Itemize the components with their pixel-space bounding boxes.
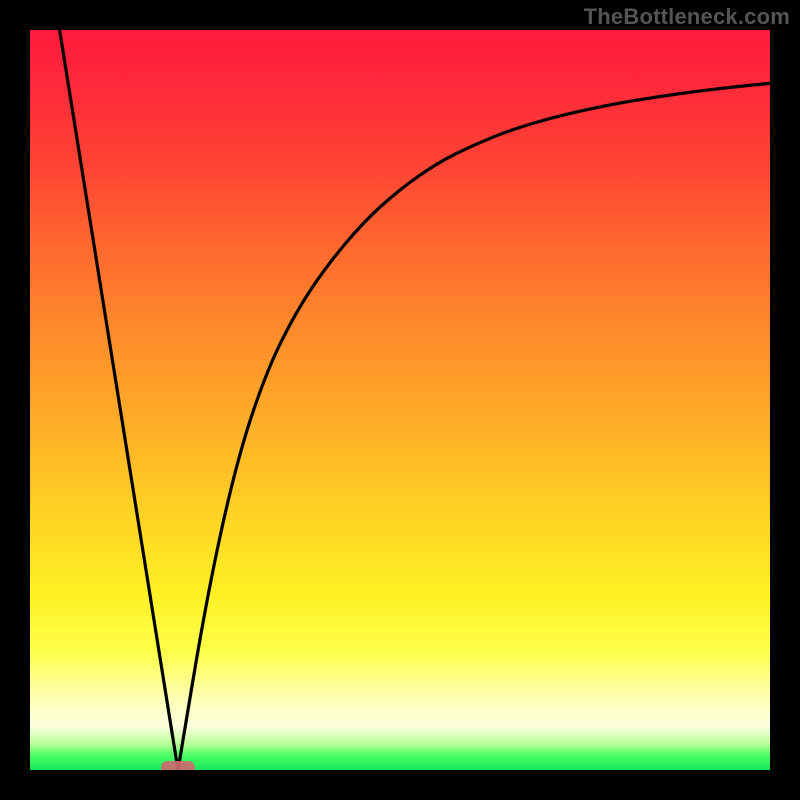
curve-minimum-marker [161,761,195,770]
watermark-text: TheBottleneck.com [584,4,790,30]
curve-svg [30,30,770,770]
plot-area [30,30,770,770]
chart-frame: TheBottleneck.com [0,0,800,800]
bottleneck-curve [60,30,770,770]
